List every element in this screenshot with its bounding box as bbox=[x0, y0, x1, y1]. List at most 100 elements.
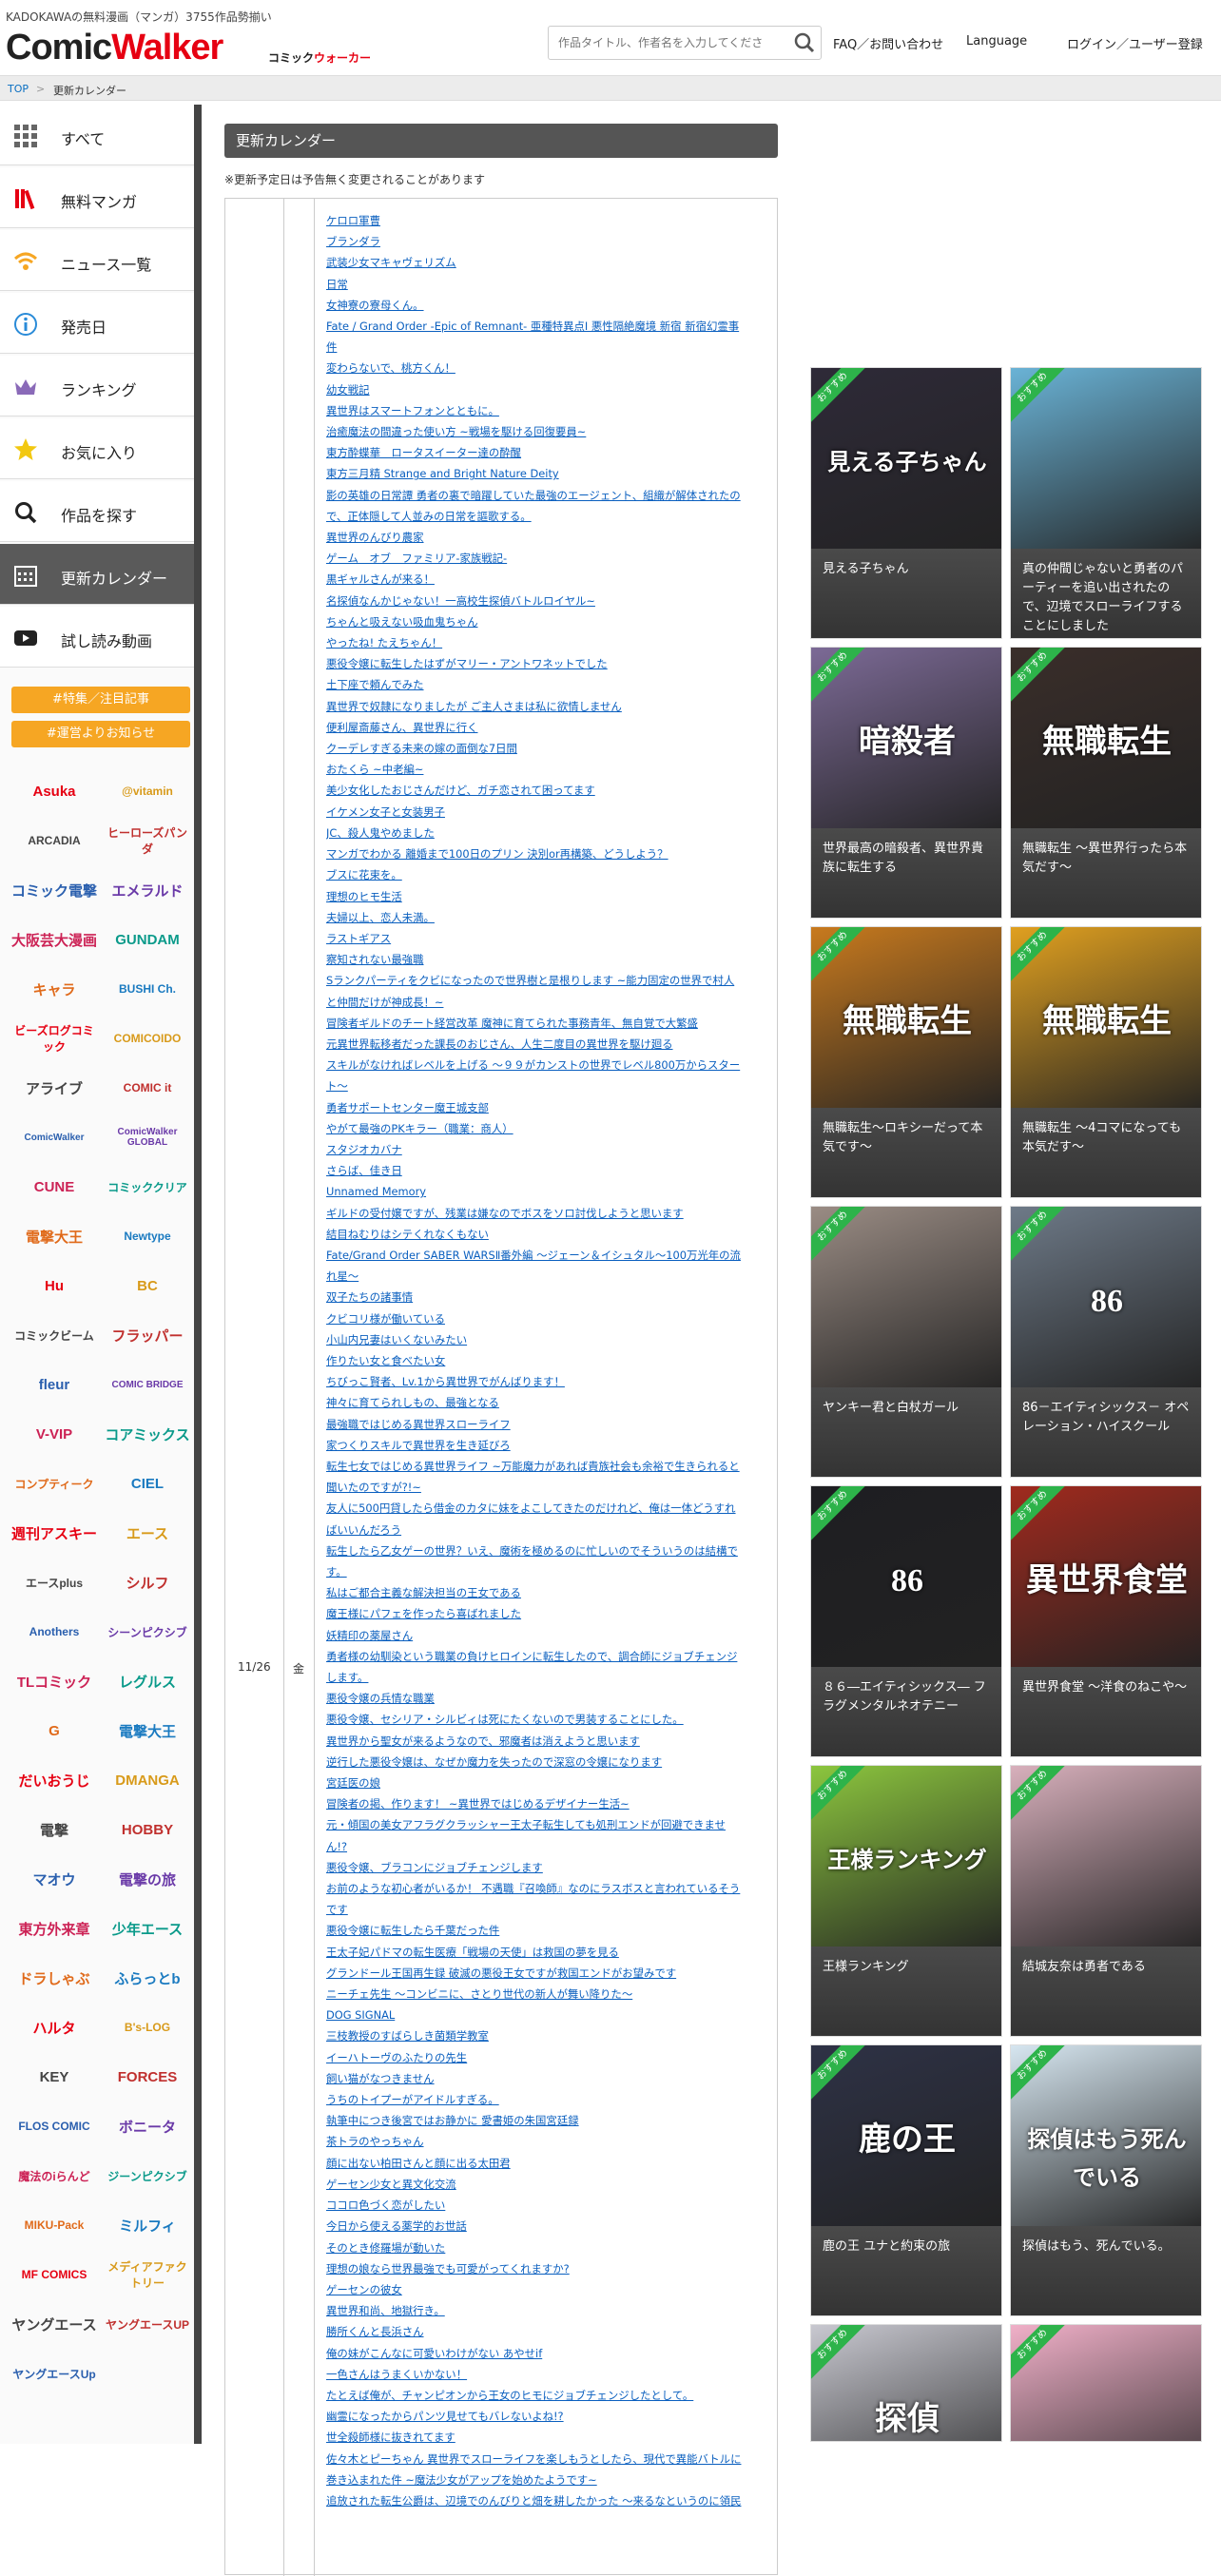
calendar-title-link[interactable]: 土下座で頼んでみた bbox=[326, 674, 764, 695]
sidebar-item-release-date[interactable]: 発売日 bbox=[0, 293, 196, 354]
calendar-title-link[interactable]: 双子たちの諸事情 bbox=[326, 1287, 764, 1307]
operator-notice-button[interactable]: #運営よりお知らせ bbox=[11, 721, 190, 747]
publisher-logo[interactable]: レグルス bbox=[103, 1660, 192, 1702]
publisher-logo[interactable]: MIKU-Pack bbox=[10, 2204, 99, 2246]
sidebar-item-favorites[interactable]: お気に入り bbox=[0, 418, 196, 479]
publisher-logo[interactable]: fleur bbox=[10, 1364, 99, 1405]
calendar-title-link[interactable]: 異世界和尚、地獄行き。 bbox=[326, 2300, 764, 2321]
publisher-logo[interactable]: GUNDAM bbox=[103, 919, 192, 960]
calendar-title-link[interactable]: 今日から使える薬学的お世話 bbox=[326, 2216, 764, 2237]
calendar-title-link[interactable]: 武装少女マキャヴェリズム bbox=[326, 252, 764, 273]
calendar-title-link[interactable]: 作りたい女と食べたい女 bbox=[326, 1350, 764, 1371]
calendar-title-link[interactable]: スタジオカバナ bbox=[326, 1139, 764, 1160]
publisher-logo[interactable]: COMIC BRIDGE bbox=[103, 1364, 192, 1405]
calendar-title-link[interactable]: 悪役令嬢の兵情な職業 bbox=[326, 1688, 764, 1709]
calendar-title-link[interactable]: 勝所くんと長浜さん bbox=[326, 2321, 764, 2342]
publisher-logo[interactable]: BC bbox=[103, 1265, 192, 1307]
recommended-card[interactable]: 鹿の王 鹿の王 ユナと約束の旅 おすすめ bbox=[810, 2044, 1002, 2316]
calendar-title-link[interactable]: ト～ bbox=[326, 1075, 764, 1096]
calendar-title-link[interactable]: ちびっこ賢者、Lv.1から異世界でがんばります！ bbox=[326, 1371, 764, 1392]
calendar-title-link[interactable]: クビコリ様が働いている bbox=[326, 1308, 764, 1329]
publisher-logo[interactable]: ヤングエースUp bbox=[10, 2353, 99, 2394]
calendar-title-link[interactable]: 宮廷医の娘 bbox=[326, 1772, 764, 1793]
search-input[interactable] bbox=[549, 27, 777, 59]
calendar-title-link[interactable]: うちのトイプーがアイドルすぎる。 bbox=[326, 2089, 764, 2110]
calendar-title-link[interactable]: 幼女戦記 bbox=[326, 379, 764, 400]
publisher-logo[interactable]: Anothers bbox=[10, 1611, 99, 1653]
calendar-title-link[interactable]: やがて最強のPKキラー（職業：商人） bbox=[326, 1118, 764, 1139]
calendar-title-link[interactable]: す。 bbox=[326, 1561, 764, 1582]
calendar-title-link[interactable]: ニーチェ先生 ～コンビニに、さとり世代の新人が舞い降りた～ bbox=[326, 1984, 764, 2005]
publisher-logo[interactable]: フラッパー bbox=[103, 1314, 192, 1356]
publisher-logo[interactable]: @vitamin bbox=[103, 770, 192, 812]
calendar-title-link[interactable]: Fate / Grand Order -Epic of Remnant- 亜種特… bbox=[326, 316, 764, 337]
publisher-logo[interactable]: FORCES bbox=[103, 2056, 192, 2098]
calendar-title-link[interactable]: そのとき修羅場が動いた bbox=[326, 2237, 764, 2258]
calendar-title-link[interactable]: です bbox=[326, 1899, 764, 1920]
publisher-logo[interactable]: G bbox=[10, 1710, 99, 1752]
recommended-card[interactable]: 見える子ちゃん 見える子ちゃん おすすめ bbox=[810, 367, 1002, 639]
publisher-logo[interactable]: 東方外来章 bbox=[10, 1908, 99, 1949]
calendar-title-link[interactable]: ブランダラ bbox=[326, 231, 764, 252]
recommended-card[interactable]: 無職転生 無職転生 ～異世界行ったら本気だす～ おすすめ bbox=[1010, 647, 1202, 919]
calendar-title-link[interactable]: 影の英雄の日常譚 勇者の裏で暗躍していた最強のエージェント、組織が解体されたの bbox=[326, 485, 764, 506]
calendar-title-link[interactable]: ラストギアス bbox=[326, 928, 764, 949]
publisher-logo[interactable]: ミルフィ bbox=[103, 2204, 192, 2246]
publisher-logo[interactable]: エース bbox=[103, 1512, 192, 1554]
calendar-title-link[interactable]: 女神寮の寮母くん。 bbox=[326, 295, 764, 316]
calendar-title-link[interactable]: 東方三月精 Strange and Bright Nature Deity bbox=[326, 463, 764, 484]
publisher-logo[interactable]: ハルタ bbox=[10, 2006, 99, 2048]
publisher-logo[interactable]: コンプティーク bbox=[10, 1462, 99, 1504]
calendar-title-link[interactable]: 執筆中につき後宮ではお静かに 愛書姫の朱国宮廷録 bbox=[326, 2110, 764, 2131]
recommended-card[interactable]: 探偵 おすすめ bbox=[810, 2324, 1002, 2442]
calendar-title-link[interactable]: 理想のヒモ生活 bbox=[326, 886, 764, 907]
calendar-title-link[interactable]: ばいいんだろう bbox=[326, 1520, 764, 1540]
recommended-card[interactable]: 王様ランキング 王様ランキング おすすめ bbox=[810, 1765, 1002, 2037]
calendar-title-link[interactable]: 俺の妹がこんなに可愛いわけがない あやせif bbox=[326, 2343, 764, 2364]
calendar-title-link[interactable]: ギルドの受付嬢ですが、残業は嫌なのでボスをソロ討伐しようと思います bbox=[326, 1203, 764, 1224]
calendar-title-link[interactable]: 悪役令嬢に転生したはずがマリー・アントワネットでした bbox=[326, 653, 764, 674]
calendar-title-link[interactable]: ん!? bbox=[326, 1836, 764, 1857]
calendar-title-link[interactable]: やったね! たえちゃん！ bbox=[326, 632, 764, 653]
publisher-logo[interactable]: エースplus bbox=[10, 1561, 99, 1603]
calendar-title-link[interactable]: Sランクパーティをクビになったので世界樹と是根りします ~能力固定の世界で村人 bbox=[326, 970, 764, 991]
calendar-title-link[interactable]: 幽霊になったからパンツ見せてもバレないよね!? bbox=[326, 2406, 764, 2427]
feature-articles-button[interactable]: #特集／注目記事 bbox=[11, 687, 190, 713]
calendar-title-link[interactable]: ゲーム オブ ファミリア-家族戦記- bbox=[326, 548, 764, 569]
publisher-logo[interactable]: COMIC it bbox=[103, 1067, 192, 1109]
calendar-title-link[interactable]: イーハトーヴのふたりの先生 bbox=[326, 2047, 764, 2068]
calendar-title-link[interactable]: 夫婦以上、恋人未満。 bbox=[326, 907, 764, 928]
sidebar-item-trial-video[interactable]: 試し読み動画 bbox=[0, 607, 196, 668]
calendar-title-link[interactable]: 元異世界転移者だった課長のおじさん、人生二度目の異世界を駆け廻る bbox=[326, 1034, 764, 1055]
publisher-logo[interactable]: マオウ bbox=[10, 1858, 99, 1900]
calendar-title-link[interactable]: 巻き込まれた件 ~魔法少女がアップを始めたようです~ bbox=[326, 2469, 764, 2490]
calendar-title-link[interactable]: 治癒魔法の間違った使い方 ~戦場を駆ける回復要員~ bbox=[326, 421, 764, 442]
publisher-logo[interactable]: KEY bbox=[10, 2056, 99, 2098]
recommended-card[interactable]: 86 ８６―エイティシックス― フラグメンタルネオテニー おすすめ bbox=[810, 1485, 1002, 1757]
publisher-logo[interactable]: 電撃大王 bbox=[103, 1710, 192, 1752]
calendar-title-link[interactable]: 友人に500円貸したら借金のカタに妹をよこしてきたのだけれど、俺は一体どうすれ bbox=[326, 1498, 764, 1519]
publisher-logo[interactable]: COMICOIDO bbox=[103, 1017, 192, 1059]
publisher-logo[interactable]: アライブ bbox=[10, 1067, 99, 1109]
publisher-logo[interactable]: CIEL bbox=[103, 1462, 192, 1504]
calendar-title-link[interactable]: マンガでわかる 離婚まで100日のプリン 決別or再構築、どうしよう？ bbox=[326, 843, 764, 864]
calendar-title-link[interactable]: 異世界で奴隷になりましたが ご主人さまは私に欲情しません bbox=[326, 696, 764, 717]
calendar-title-link[interactable]: ちゃんと吸えない吸血鬼ちゃん bbox=[326, 611, 764, 632]
publisher-logo[interactable]: だいおうじ bbox=[10, 1759, 99, 1801]
recommended-card[interactable]: 無職転生 無職転生～ロキシーだって本気です～ おすすめ bbox=[810, 926, 1002, 1198]
sidebar-item-free-manga[interactable]: 無料マンガ bbox=[0, 167, 196, 228]
calendar-title-link[interactable]: 名探偵なんかじゃない！一高校生探偵バトルロイヤル~ bbox=[326, 591, 764, 611]
calendar-title-link[interactable]: 小山内兄妻はいくないみたい bbox=[326, 1329, 764, 1350]
publisher-logo[interactable]: ComicWalker GLOBAL bbox=[103, 1116, 192, 1158]
calendar-title-link[interactable]: 神々に育てられしもの、最強となる bbox=[326, 1392, 764, 1413]
calendar-title-link[interactable]: 最強職ではじめる異世界スローライフ bbox=[326, 1414, 764, 1435]
publisher-logo[interactable]: ヤングエースUP bbox=[103, 2303, 192, 2345]
search-icon[interactable] bbox=[792, 30, 817, 55]
publisher-logo[interactable]: HOBBY bbox=[103, 1809, 192, 1850]
recommended-card[interactable]: 異世界食堂 異世界食堂 ～洋食のねこや～ おすすめ bbox=[1010, 1485, 1202, 1757]
publisher-logo[interactable]: TLコミック bbox=[10, 1660, 99, 1702]
calendar-title-link[interactable]: 魔王様にパフェを作ったら喜ばれました bbox=[326, 1603, 764, 1624]
sidebar-item-search[interactable]: 作品を探す bbox=[0, 481, 196, 542]
publisher-logo[interactable]: ジーンピクシブ bbox=[103, 2155, 192, 2197]
calendar-title-link[interactable]: 一色さんはうまくいかない！ bbox=[326, 2364, 764, 2385]
